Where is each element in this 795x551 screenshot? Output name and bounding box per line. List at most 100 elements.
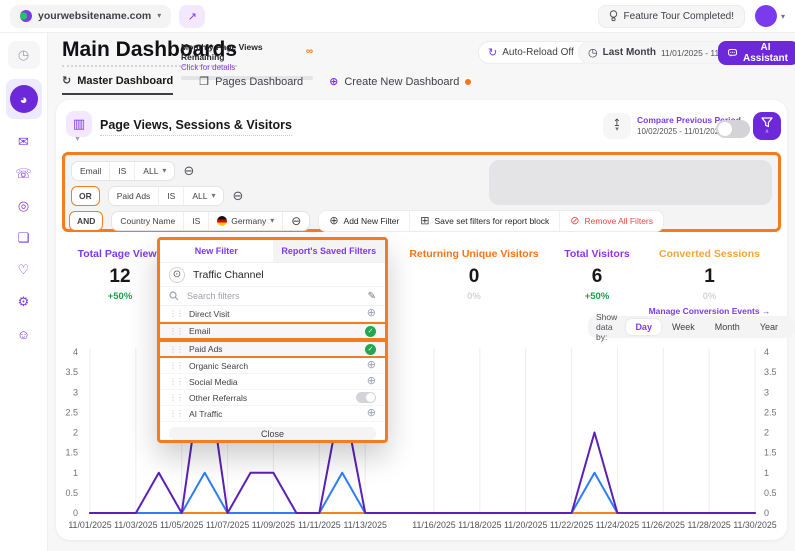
tab-master-dashboard[interactable]: ↻Master Dashboard: [62, 74, 173, 95]
granularity-day[interactable]: Day: [626, 319, 661, 335]
filter-option-ai-traffic[interactable]: ⋮⋮AI Traffic⊕: [160, 406, 385, 422]
remove-filter-icon[interactable]: ⊖: [283, 212, 309, 230]
filter-search: ✎: [160, 287, 385, 306]
manage-conversion-events-link[interactable]: Manage Conversion Events →: [647, 306, 772, 316]
clear-search-icon[interactable]: ✎: [368, 291, 376, 302]
ai-assistant-label: AI Assistant: [742, 42, 789, 64]
avatar-chevron-down-icon[interactable]: ▾: [781, 12, 785, 21]
inbox-icon[interactable]: ✉: [8, 129, 40, 155]
filter-option-organic-search[interactable]: ⋮⋮Organic Search⊕: [160, 358, 385, 374]
tab-pages-dashboard[interactable]: ❐Pages Dashboard: [199, 74, 303, 95]
export-button[interactable]: ↥ ▾: [603, 113, 631, 139]
show-data-by-label: Show data by:: [596, 312, 620, 342]
refresh-icon: ↻: [488, 46, 497, 59]
add-circle-icon[interactable]: ⊕: [367, 308, 376, 319]
filter-field[interactable]: Email: [72, 162, 110, 180]
stat-delta: 0%: [647, 291, 772, 302]
feature-tour-button[interactable]: Feature Tour Completed!: [598, 5, 745, 28]
filter-option-other-referrals[interactable]: ⋮⋮Other Referrals: [160, 390, 385, 406]
period-label: Last Month: [603, 47, 656, 58]
toggle-switch[interactable]: [356, 392, 376, 403]
quota-details-link[interactable]: Click for details: [181, 63, 313, 72]
user-avatar[interactable]: [755, 5, 777, 27]
filters-button[interactable]: ∧: [753, 112, 781, 140]
open-site-button[interactable]: ↗: [179, 5, 205, 28]
drag-handle-icon[interactable]: ⋮⋮: [169, 409, 183, 418]
germany-flag-icon: [217, 216, 227, 226]
granularity-week[interactable]: Week: [663, 319, 704, 335]
filter-field[interactable]: Paid Ads: [109, 187, 160, 205]
site-name: yourwebsitename.com: [38, 10, 151, 22]
show-data-by: Show data by: DayWeekMonthYear: [588, 316, 795, 338]
filter-value-dropdown[interactable]: ALL▾: [184, 187, 223, 205]
popup-tab-report-s-saved-filters[interactable]: Report's Saved Filters: [273, 240, 386, 262]
add-new-filter-button[interactable]: ⊕Add New Filter: [319, 211, 410, 231]
filter-option-social-media[interactable]: ⋮⋮Social Media⊕: [160, 374, 385, 390]
settings-icon[interactable]: ⚙: [8, 289, 40, 315]
stat-value: 1: [647, 266, 772, 288]
chat-icon: [728, 48, 737, 58]
stat-returning-unique-visitors: Returning Unique Visitors 0 0%: [398, 248, 550, 302]
compare-toggle[interactable]: [716, 120, 750, 138]
filter-category[interactable]: ⊙ Traffic Channel: [160, 263, 385, 287]
save-grid-icon: ⊞: [420, 214, 429, 227]
drag-handle-icon[interactable]: ⋮⋮: [169, 327, 183, 336]
filter-category-label: Traffic Channel: [193, 269, 264, 281]
ai-assistant-button[interactable]: AI Assistant: [718, 41, 795, 65]
report-block-icon[interactable]: ▥: [66, 111, 92, 137]
filter-option-direct-visit[interactable]: ⋮⋮Direct Visit⊕: [160, 306, 385, 322]
stat-converted-sessions: Converted Sessions 1 0%Manage Conversion…: [647, 248, 772, 316]
filter-field[interactable]: Country Name: [112, 212, 184, 230]
save-filters-button[interactable]: ⊞Save set filters for report block: [410, 211, 560, 231]
filter-operator[interactable]: IS: [159, 187, 184, 205]
remove-all-filters-button[interactable]: ⊘Remove All Filters: [560, 211, 663, 231]
collapse-icon[interactable]: ◷: [8, 41, 40, 69]
drag-handle-icon[interactable]: ⋮⋮: [169, 309, 183, 318]
chevron-down-icon: ▾: [162, 167, 166, 175]
sidebar: ◷ ◕ ✉ ☏ ◎ ❏ ♡ ⚙ ☺: [0, 33, 48, 551]
check-circle-icon[interactable]: ✓: [365, 326, 376, 337]
funnel-icon: [761, 117, 773, 128]
profile-icon[interactable]: ☺: [8, 321, 40, 347]
chat-icon[interactable]: ❏: [8, 225, 40, 251]
target-icon: ⊙: [169, 267, 185, 283]
remove-filter-icon[interactable]: ⊖: [183, 164, 194, 177]
filter-actions: ⊕Add New Filter ⊞Save set filters for re…: [318, 210, 664, 232]
check-circle-icon[interactable]: ✓: [365, 344, 376, 355]
dashboard-tabs: ↻Master Dashboard ❐Pages Dashboard ⊕Create…: [62, 74, 471, 95]
filter-value-dropdown[interactable]: ALL▾: [135, 162, 174, 180]
drag-handle-icon[interactable]: ⋮⋮: [169, 361, 183, 370]
tracking-icon[interactable]: ◎: [8, 193, 40, 219]
filter-operator[interactable]: IS: [184, 212, 209, 230]
filter-value-dropdown[interactable]: Germany▾: [209, 212, 283, 230]
popup-tab-new-filter[interactable]: New Filter: [160, 240, 273, 262]
security-icon[interactable]: ♡: [8, 257, 40, 283]
conjunction-and[interactable]: AND: [69, 211, 103, 231]
remove-filter-icon[interactable]: ⊖: [232, 189, 243, 202]
site-selector[interactable]: yourwebsitename.com ▾: [10, 5, 171, 28]
drag-handle-icon[interactable]: ⋮⋮: [169, 393, 183, 402]
filter-option-email[interactable]: ⋮⋮Email✓: [160, 322, 385, 340]
drag-handle-icon[interactable]: ⋮⋮: [169, 345, 183, 354]
popup-tabs: New FilterReport's Saved Filters: [160, 240, 385, 263]
search-filters-input[interactable]: [185, 290, 362, 302]
granularity-month[interactable]: Month: [706, 319, 749, 335]
drag-handle-icon[interactable]: ⋮⋮: [169, 377, 183, 386]
chevron-down-icon: ▼: [74, 136, 81, 143]
report-title: Page Views, Sessions & Visitors: [100, 118, 292, 136]
support-icon[interactable]: ☏: [8, 161, 40, 187]
conjunction-or[interactable]: OR: [71, 186, 100, 206]
tab-create-new-dashboard[interactable]: ⊕Create New Dashboard: [329, 74, 471, 95]
filter-options-list: ⋮⋮Direct Visit⊕⋮⋮Email✓⋮⋮Paid Ads✓⋮⋮Orga…: [160, 306, 385, 422]
master-dashboard-icon: ↻: [62, 74, 71, 87]
close-popup-button[interactable]: Close: [169, 427, 376, 440]
auto-reload-dropdown[interactable]: ↻ Auto-Reload Off ▾: [478, 41, 593, 64]
filter-operator[interactable]: IS: [110, 162, 135, 180]
granularity-year[interactable]: Year: [751, 319, 787, 335]
filter-option-paid-ads[interactable]: ⋮⋮Paid Ads✓: [160, 340, 385, 358]
add-circle-icon[interactable]: ⊕: [367, 360, 376, 371]
slash-circle-icon: ⊘: [570, 214, 579, 227]
add-circle-icon[interactable]: ⊕: [367, 408, 376, 419]
add-circle-icon[interactable]: ⊕: [367, 376, 376, 387]
dashboard-icon[interactable]: ◕: [6, 79, 42, 119]
